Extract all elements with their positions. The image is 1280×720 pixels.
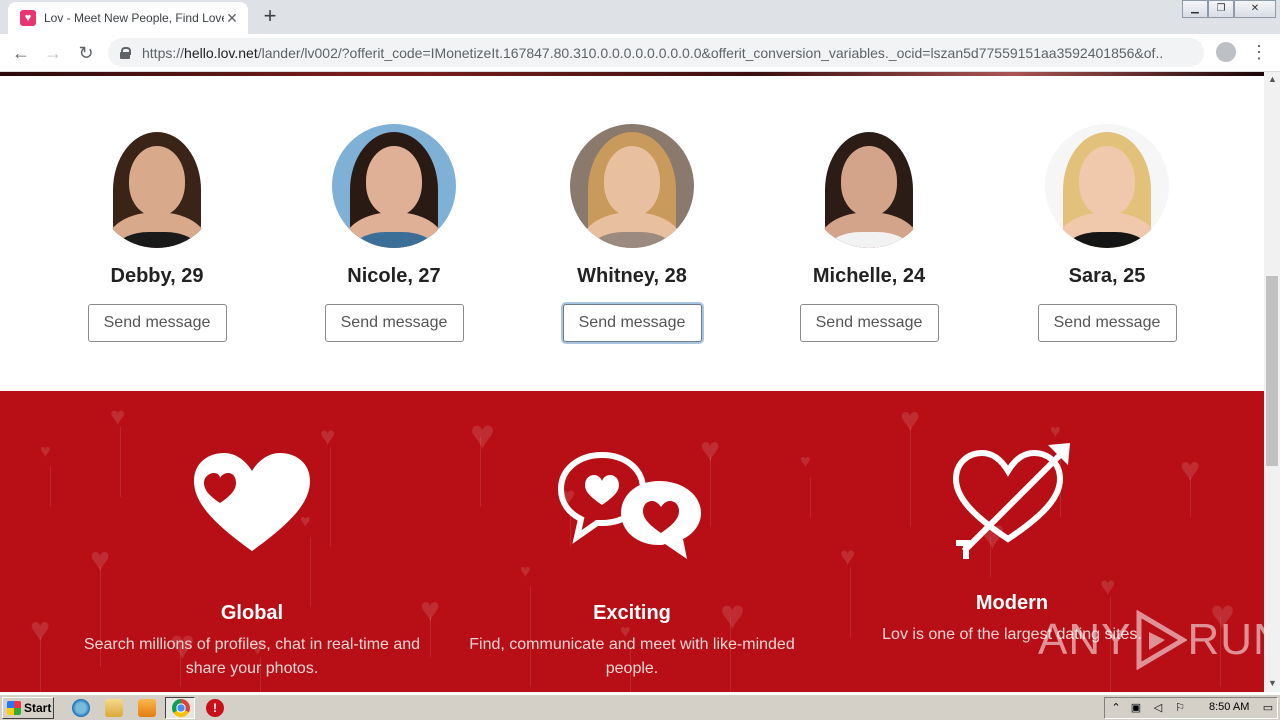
heart-arrow-icon <box>952 443 1070 559</box>
photo-face <box>841 146 897 216</box>
profile-name: Debby, 29 <box>110 265 204 287</box>
heart-icon <box>194 453 310 551</box>
close-window-button[interactable]: ✕ <box>1234 0 1276 18</box>
scroll-thumb[interactable] <box>1266 276 1278 466</box>
system-tray: ⌃ ▣ ◁ ⚐ 8:50 AM ▭ <box>1104 697 1278 719</box>
show-desktop-icon[interactable]: ▭ <box>1261 701 1275 715</box>
feature-title: Global <box>220 602 284 624</box>
windows-flag-icon <box>7 701 21 715</box>
url-path: /lander/lv002/?offerit_code=IMonetizeIt.… <box>257 44 1164 61</box>
profile-name: Whitney, 28 <box>577 265 687 287</box>
url-text[interactable]: https://hello.lov.net/lander/lv002/?offe… <box>142 45 1164 61</box>
profile-card: Nicole, 27 Send message <box>294 124 494 342</box>
anyrun-watermark: ANY RUN <box>1038 610 1264 670</box>
browser-menu-icon[interactable]: ⋮ <box>1250 42 1268 62</box>
profile-card: Debby, 29 Send message <box>57 124 257 342</box>
watermark-left: ANY <box>1038 615 1132 664</box>
photo-face <box>1079 146 1135 216</box>
profile-photo[interactable] <box>570 124 694 248</box>
hero-image-edge <box>0 72 1264 76</box>
taskbar-clock[interactable]: 8:50 AM <box>1209 701 1249 713</box>
start-label: Start <box>24 701 52 715</box>
send-message-button[interactable]: Send message <box>1037 304 1177 342</box>
profile-card: Michelle, 24 Send message <box>769 124 969 342</box>
volume-icon[interactable]: ◁ <box>1151 701 1165 715</box>
background-line <box>50 467 51 507</box>
browser-toolbar: ← → ↻ https://hello.lov.net/lander/lv002… <box>0 34 1280 72</box>
scroll-up-arrow-icon[interactable]: ▲ <box>1268 74 1277 84</box>
url-host: hello.lov.net <box>184 44 258 61</box>
start-button[interactable]: Start <box>2 697 54 719</box>
minimize-window-button[interactable]: ▁ <box>1182 0 1208 18</box>
page-scrollbar[interactable]: ▲ ▼ <box>1264 72 1280 692</box>
photo-face <box>366 146 422 216</box>
lock-icon[interactable] <box>120 46 131 59</box>
action-center-flag-icon[interactable]: ⚐ <box>1173 701 1187 715</box>
feature-description: Search millions of profiles, chat in rea… <box>83 636 421 677</box>
send-message-button[interactable]: Send message <box>562 304 702 342</box>
forward-button[interactable]: → <box>41 41 65 65</box>
back-button[interactable]: ← <box>9 41 33 65</box>
browser-tab[interactable]: ♥ Lov - Meet New People, Find Love, C ✕ <box>8 2 248 34</box>
background-heart-icon: ♥ <box>110 401 126 431</box>
profile-card: Whitney, 28 Send message <box>532 124 732 342</box>
url-scheme: https:// <box>142 44 185 61</box>
file-explorer-icon[interactable] <box>105 699 123 717</box>
profile-avatar-icon[interactable] <box>1216 42 1236 62</box>
feature-global: Global Search millions of profiles, chat… <box>62 451 442 681</box>
close-tab-icon[interactable]: ✕ <box>224 10 240 26</box>
new-tab-button[interactable]: + <box>258 5 282 29</box>
media-player-icon[interactable] <box>138 699 156 717</box>
profile-photo[interactable] <box>1045 124 1169 248</box>
windows-taskbar: Start ! ⌃ ▣ ◁ ⚐ 8:50 AM ▭ <box>0 694 1280 720</box>
send-message-button[interactable]: Send message <box>799 304 939 342</box>
profile-name: Nicole, 27 <box>347 265 441 287</box>
tab-strip: ♥ Lov - Meet New People, Find Love, C ✕ … <box>0 0 1280 34</box>
maximize-window-button[interactable]: ❐ <box>1208 0 1234 18</box>
send-message-button[interactable]: Send message <box>87 304 227 342</box>
feature-title: Exciting <box>593 602 671 624</box>
background-heart-icon: ♥ <box>320 421 336 451</box>
network-icon[interactable]: ▣ <box>1129 701 1143 715</box>
profile-name: Michelle, 24 <box>812 265 926 287</box>
background-heart-icon: ♥ <box>40 441 51 461</box>
profile-photo[interactable] <box>332 124 456 248</box>
profile-photo[interactable] <box>95 124 219 248</box>
chat-hearts-icon <box>557 451 701 559</box>
reload-button[interactable]: ↻ <box>74 41 98 65</box>
scroll-down-arrow-icon[interactable]: ▼ <box>1268 678 1277 688</box>
address-bar[interactable]: https://hello.lov.net/lander/lv002/?offe… <box>108 38 1204 67</box>
background-line <box>40 637 41 692</box>
tray-expand-icon[interactable]: ⌃ <box>1109 701 1123 715</box>
lov-favicon-icon: ♥ <box>20 10 36 26</box>
stop-sign-icon[interactable]: ! <box>206 699 224 717</box>
chrome-icon[interactable] <box>172 699 190 717</box>
profile-name: Sara, 25 <box>1068 265 1146 287</box>
profile-card: Sara, 25 Send message <box>1007 124 1207 342</box>
play-logo-icon <box>1136 610 1188 670</box>
feature-exciting: Exciting Find, communicate and meet with… <box>442 451 822 681</box>
internet-explorer-icon[interactable] <box>72 699 90 717</box>
page-viewport: Debby, 29 Send message Nicole, 27 Send mess… <box>0 72 1264 692</box>
profile-photo[interactable] <box>807 124 931 248</box>
photo-face <box>129 146 185 216</box>
watermark-right: RUN <box>1187 615 1264 664</box>
photo-face <box>604 146 660 216</box>
feature-description: Find, communicate and meet with like-min… <box>469 636 795 677</box>
tab-title: Lov - Meet New People, Find Love, C <box>44 11 224 25</box>
send-message-button[interactable]: Send message <box>324 304 464 342</box>
